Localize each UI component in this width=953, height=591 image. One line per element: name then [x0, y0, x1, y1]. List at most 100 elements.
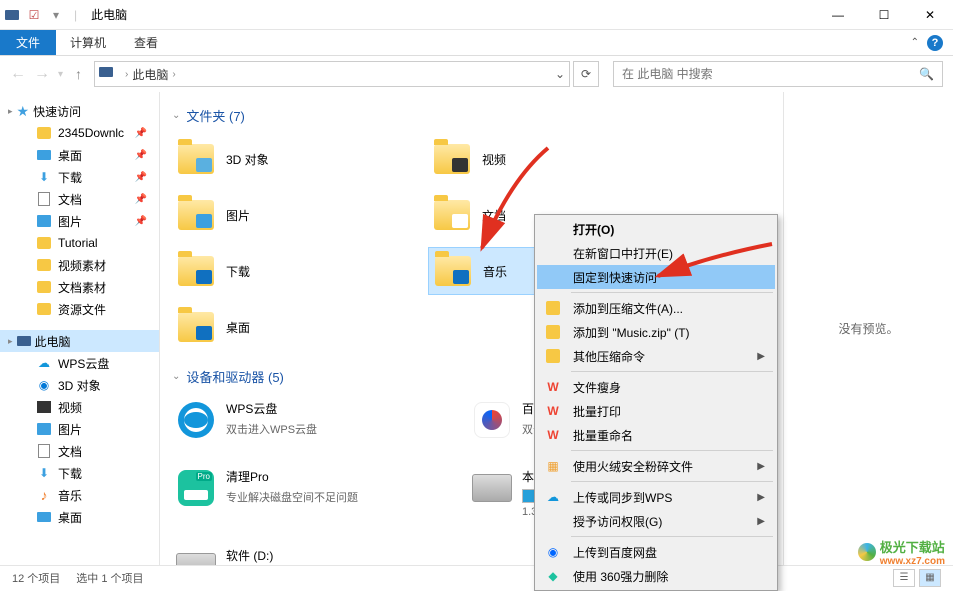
tiles-view-button[interactable]: ▦	[919, 569, 941, 587]
chevron-right-icon[interactable]: ›	[172, 69, 175, 80]
folder-label: 文档	[482, 207, 506, 224]
chevron-down-icon[interactable]: ▸	[8, 336, 13, 347]
drive-item[interactable]: Pro清理Pro专业解决磁盘空间不足问题	[172, 464, 452, 523]
this-pc-group[interactable]: ▸ 此电脑	[0, 330, 159, 352]
sidebar-item[interactable]: 桌面	[0, 506, 159, 528]
drive-icon	[176, 400, 216, 440]
menu-item-label: 打开(O)	[573, 221, 614, 238]
sidebar-item-label: 桌面	[58, 509, 82, 526]
folder-icon	[176, 253, 216, 289]
sidebar-item[interactable]: ⬇下载📌	[0, 166, 159, 188]
address-bar[interactable]: › 此电脑 › ⌄	[94, 61, 570, 87]
folder-item[interactable]: 桌面	[172, 303, 412, 351]
pc-icon	[4, 7, 20, 23]
refresh-button[interactable]: ⟳	[573, 61, 599, 87]
folder-item[interactable]: 3D 对象	[172, 135, 412, 183]
watermark-url: www.xz7.com	[880, 556, 945, 567]
address-dropdown-icon[interactable]: ⌄	[555, 67, 565, 81]
sidebar-item[interactable]: ⬇下载	[0, 462, 159, 484]
preview-pane: 没有预览。	[783, 92, 953, 565]
close-button[interactable]: ✕	[907, 0, 953, 30]
cloud-icon: ☁	[545, 489, 561, 505]
submenu-arrow-icon: ▶	[757, 461, 765, 472]
context-menu-item[interactable]: ☁上传或同步到WPS▶	[537, 485, 775, 509]
address-location[interactable]: 此电脑	[132, 66, 168, 83]
context-menu-item[interactable]: 固定到快速访问	[537, 265, 775, 289]
folder-label: 图片	[226, 207, 250, 224]
context-menu: 打开(O) 在新窗口中打开(E)固定到快速访问添加到压缩文件(A)... 添加到 "…	[534, 214, 778, 591]
search-box[interactable]: 🔍	[613, 61, 943, 87]
folder-item[interactable]: 下载	[172, 247, 412, 295]
chevron-down-icon[interactable]: ▸	[8, 106, 13, 117]
folder-item[interactable]: 视频	[428, 135, 668, 183]
sidebar-item[interactable]: 2345Downlc📌	[0, 122, 159, 144]
menu-item-label: 使用 360强力删除	[573, 568, 668, 585]
search-icon[interactable]: 🔍	[919, 67, 934, 81]
sidebar-item[interactable]: 视频	[0, 396, 159, 418]
forward-button[interactable]: →	[34, 65, 50, 83]
menu-item-label: 上传到百度网盘	[573, 544, 657, 561]
context-menu-item[interactable]: 授予访问权限(G)▶	[537, 509, 775, 533]
qat-dropdown-icon[interactable]: ▾	[48, 7, 64, 23]
sidebar-item[interactable]: ◉3D 对象	[0, 374, 159, 396]
sidebar-item[interactable]: 文档📌	[0, 188, 159, 210]
back-button[interactable]: ←	[10, 65, 26, 83]
help-icon[interactable]: ?	[927, 35, 943, 51]
sidebar-item[interactable]: 资源文件	[0, 298, 159, 320]
drive-icon	[472, 468, 512, 508]
drive-sub: 双击进入WPS云盘	[226, 421, 448, 437]
sidebar-item[interactable]: ♪音乐	[0, 484, 159, 506]
properties-icon[interactable]: ☑	[26, 7, 42, 23]
context-menu-item[interactable]: 在新窗口中打开(E)	[537, 241, 775, 265]
maximize-button[interactable]: ☐	[861, 0, 907, 30]
context-menu-item[interactable]: W文件瘦身	[537, 375, 775, 399]
folder-label: 音乐	[483, 263, 507, 280]
drive-item[interactable]: 软件 (D:)109 GB 可用, 共 168 GB	[172, 543, 452, 565]
sidebar-item[interactable]: 图片📌	[0, 210, 159, 232]
context-menu-item[interactable]: 添加到 "Music.zip" (T)	[537, 320, 775, 344]
chevron-down-icon[interactable]: ⌄	[172, 110, 180, 121]
sidebar-item-label: Tutorial	[58, 236, 98, 250]
minimize-button[interactable]: —	[815, 0, 861, 30]
folders-section-head[interactable]: ⌄ 文件夹 (7)	[172, 106, 771, 125]
selected-count: 选中 1 个项目	[76, 570, 143, 586]
context-menu-item[interactable]: W批量打印	[537, 399, 775, 423]
view-tab[interactable]: 查看	[120, 30, 172, 55]
context-menu-item[interactable]: 其他压缩命令▶	[537, 344, 775, 368]
sidebar-item[interactable]: Tutorial	[0, 232, 159, 254]
menu-item-label: 上传或同步到WPS	[573, 489, 672, 506]
context-menu-item[interactable]: ◆使用 360强力删除	[537, 564, 775, 588]
chevron-right-icon[interactable]: ›	[125, 69, 128, 80]
folder-label: 桌面	[226, 319, 250, 336]
menu-separator	[571, 450, 773, 451]
sidebar-item[interactable]: 桌面📌	[0, 144, 159, 166]
history-dropdown-icon[interactable]: ▾	[58, 69, 63, 80]
computer-tab[interactable]: 计算机	[56, 30, 120, 55]
sidebar-item[interactable]: ☁WPS云盘	[0, 352, 159, 374]
sidebar-item[interactable]: 文档素材	[0, 276, 159, 298]
window-title: 此电脑	[91, 6, 127, 23]
context-menu-item[interactable]: 打开(O)	[537, 217, 775, 241]
quick-access-group[interactable]: ▸ ★ 快速访问	[0, 100, 159, 122]
quick-access-label: 快速访问	[33, 103, 81, 120]
menu-separator	[571, 292, 773, 293]
drive-item[interactable]: WPS云盘双击进入WPS云盘	[172, 396, 452, 444]
context-menu-item[interactable]: W批量重命名	[537, 423, 775, 447]
menu-item-label: 添加到 "Music.zip" (T)	[573, 324, 690, 341]
context-menu-item[interactable]: ▦使用火绒安全粉碎文件▶	[537, 454, 775, 478]
sidebar-item[interactable]: 文档	[0, 440, 159, 462]
up-button[interactable]: ↑	[75, 66, 82, 82]
zip-icon	[545, 348, 561, 364]
drive-name: WPS云盘	[226, 400, 448, 417]
sidebar-item[interactable]: 图片	[0, 418, 159, 440]
collapse-ribbon-icon[interactable]: ⌃	[911, 37, 919, 48]
folder-item[interactable]: 图片	[172, 191, 412, 239]
context-menu-item[interactable]: ◉上传到百度网盘	[537, 540, 775, 564]
details-view-button[interactable]: ☰	[893, 569, 915, 587]
sidebar-item[interactable]: 视频素材	[0, 254, 159, 276]
context-menu-item[interactable]: 添加到压缩文件(A)...	[537, 296, 775, 320]
chevron-down-icon[interactable]: ⌄	[172, 371, 180, 382]
search-input[interactable]	[622, 67, 919, 81]
file-tab[interactable]: 文件	[0, 30, 56, 55]
this-pc-label: 此电脑	[35, 333, 71, 350]
